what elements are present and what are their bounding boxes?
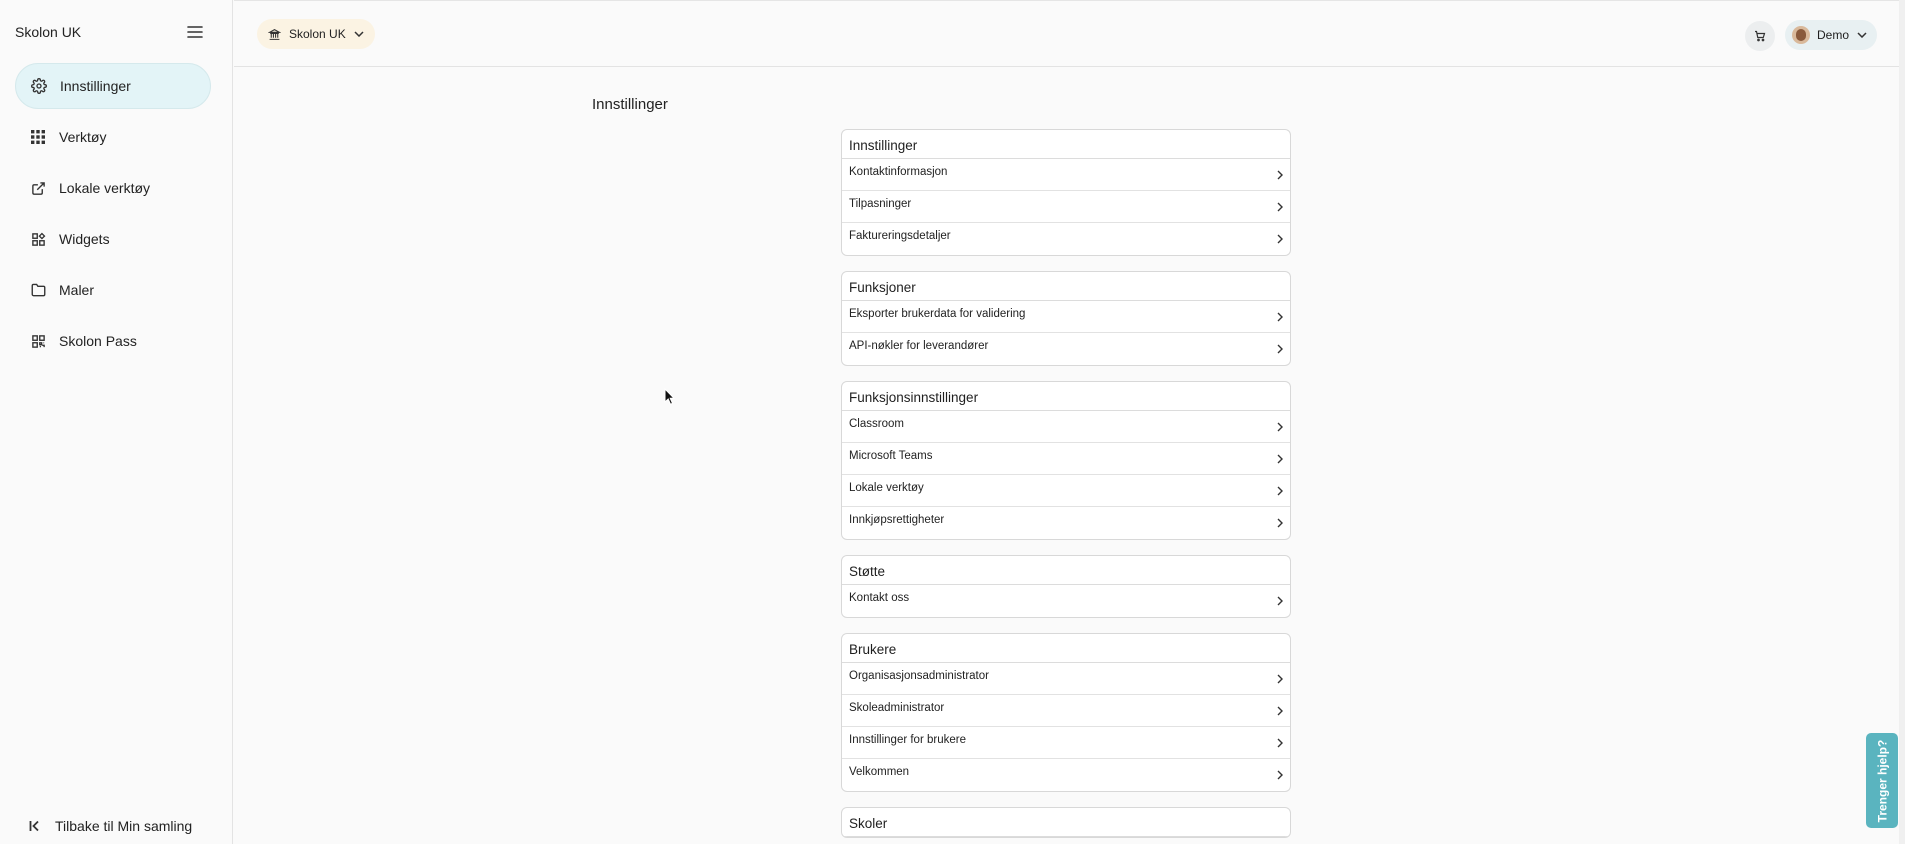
settings-link-label: Innkjøpsrettigheter [849,514,945,526]
settings-link-label: Innstillinger for brukere [849,733,966,746]
card-title: Skoler [842,808,1290,837]
scrollbar[interactable] [1899,0,1905,844]
settings-link-label: Eksporter brukerdata for validering [849,307,1026,320]
cart-icon [1754,30,1766,42]
settings-card: Brukere Organisasjonsadministrator Skolead… [841,633,1291,792]
settings-link-row[interactable]: Skoleadministrator [842,695,1290,727]
sidebar-item-maler[interactable]: Maler [15,267,211,313]
settings-link-label: Tilpasninger [849,197,912,210]
chevron-right-icon [1277,234,1283,244]
mouse-cursor-icon [664,387,676,411]
sidebar-item-lokale-verktoy[interactable]: Lokale verktøy [15,165,211,211]
settings-card: Støtte Kontakt oss [841,555,1291,618]
settings-link-label: Lokale verktøy [849,481,924,494]
sidebar-title: Skolon UK [15,24,82,40]
settings-link-label: Kontaktinformasjon [849,165,948,178]
folder-icon [29,281,47,299]
card-title: Innstillinger [842,130,1290,159]
settings-link-label: Skoleadministrator [849,701,945,714]
chevron-right-icon [1277,202,1283,212]
organization-label: Skolon UK [289,27,346,41]
sidebar-header: Skolon UK [15,22,205,42]
chevron-right-icon [1277,518,1283,528]
chevron-right-icon [1277,422,1283,432]
settings-sections: Innstillinger Kontaktinformasjon Tilpasnin… [841,129,1291,844]
sidebar-item-label: Innstillinger [60,78,131,94]
back-label: Tilbake til Min samling [55,818,193,834]
settings-link-row[interactable]: API-nøkler for leverandører [842,333,1290,365]
widgets-icon [29,230,47,248]
settings-link-row[interactable]: Eksporter brukerdata for validering [842,301,1290,333]
settings-link-row[interactable]: Velkommen [842,759,1290,791]
chevron-right-icon [1277,738,1283,748]
back-to-collection-link[interactable]: Tilbake til Min samling [29,818,192,834]
collapse-left-icon [29,818,45,834]
settings-link-label: Microsoft Teams [849,449,933,462]
sidebar-item-label: Lokale verktøy [59,180,151,196]
settings-link-row[interactable]: Kontaktinformasjon [842,159,1290,191]
settings-card: Skoler [841,807,1291,838]
chevron-right-icon [1277,344,1283,354]
sidebar-item-label: Maler [59,282,95,298]
chevron-right-icon [1277,596,1283,606]
settings-link-label: Faktureringsdetaljer [849,230,951,242]
settings-card: Innstillinger Kontaktinformasjon Tilpasnin… [841,129,1291,256]
settings-link-label: Organisasjonsadministrator [849,669,989,682]
card-title: Funksjoner [842,272,1290,301]
card-title: Brukere [842,634,1290,663]
sidebar: Skolon UK Innstillinger Verktøy Lokale v… [0,0,233,844]
sidebar-nav: Innstillinger Verktøy Lokale verktøy Wid… [15,63,211,369]
settings-link-row[interactable]: Innstillinger for brukere [842,727,1290,759]
chevron-right-icon [1277,454,1283,464]
settings-link-row[interactable]: Lokale verktøy [842,475,1290,507]
settings-link-row[interactable]: Tilpasninger [842,191,1290,223]
top-bar: Skolon UK Demo [234,0,1899,67]
chevron-right-icon [1277,674,1283,684]
sidebar-item-verktoy[interactable]: Verktøy [15,114,211,160]
grid-icon [29,128,47,146]
settings-link-row[interactable]: Kontakt oss [842,585,1290,617]
external-link-icon [29,179,47,197]
settings-link-label: Kontakt oss [849,592,910,604]
organization-selector[interactable]: Skolon UK [257,19,375,49]
settings-card: Funksjonsinnstillinger Classroom Microsoft… [841,381,1291,540]
sidebar-item-label: Widgets [59,231,110,247]
settings-link-row[interactable]: Microsoft Teams [842,443,1290,475]
user-menu[interactable]: Demo [1785,20,1878,50]
cart-button[interactable] [1745,21,1775,51]
chevron-down-icon [354,31,364,37]
settings-link-row[interactable]: Classroom [842,411,1290,443]
institution-icon [268,28,281,41]
page-title: Innstillinger [592,96,668,113]
chevron-down-icon [1857,32,1867,38]
settings-link-label: API-nøkler for leverandører [849,340,989,352]
chevron-right-icon [1277,706,1283,716]
settings-link-row[interactable]: Innkjøpsrettigheter [842,507,1290,539]
sidebar-item-label: Verktøy [59,129,107,145]
settings-link-label: Velkommen [849,766,910,778]
settings-card: Funksjoner Eksporter brukerdata for valid… [841,271,1291,366]
card-title: Støtte [842,556,1290,585]
chevron-right-icon [1277,170,1283,180]
qr-code-icon [29,332,47,350]
sidebar-item-label: Skolon Pass [59,333,137,349]
user-name: Demo [1817,28,1850,42]
sidebar-item-widgets[interactable]: Widgets [15,216,211,262]
chevron-right-icon [1277,770,1283,780]
card-title: Funksjonsinnstillinger [842,382,1290,411]
hamburger-menu-icon[interactable] [185,22,205,42]
sidebar-item-innstillinger[interactable]: Innstillinger [15,63,211,109]
settings-link-row[interactable]: Faktureringsdetaljer [842,223,1290,255]
avatar [1792,26,1810,44]
help-button[interactable]: Trenger hjelp? [1866,733,1898,828]
settings-link-row[interactable]: Organisasjonsadministrator [842,663,1290,695]
chevron-right-icon [1277,486,1283,496]
settings-link-label: Classroom [849,417,904,430]
sidebar-item-skolon-pass[interactable]: Skolon Pass [15,318,211,364]
chevron-right-icon [1277,312,1283,322]
help-label: Trenger hjelp? [1875,739,1889,822]
gear-icon [30,77,48,95]
